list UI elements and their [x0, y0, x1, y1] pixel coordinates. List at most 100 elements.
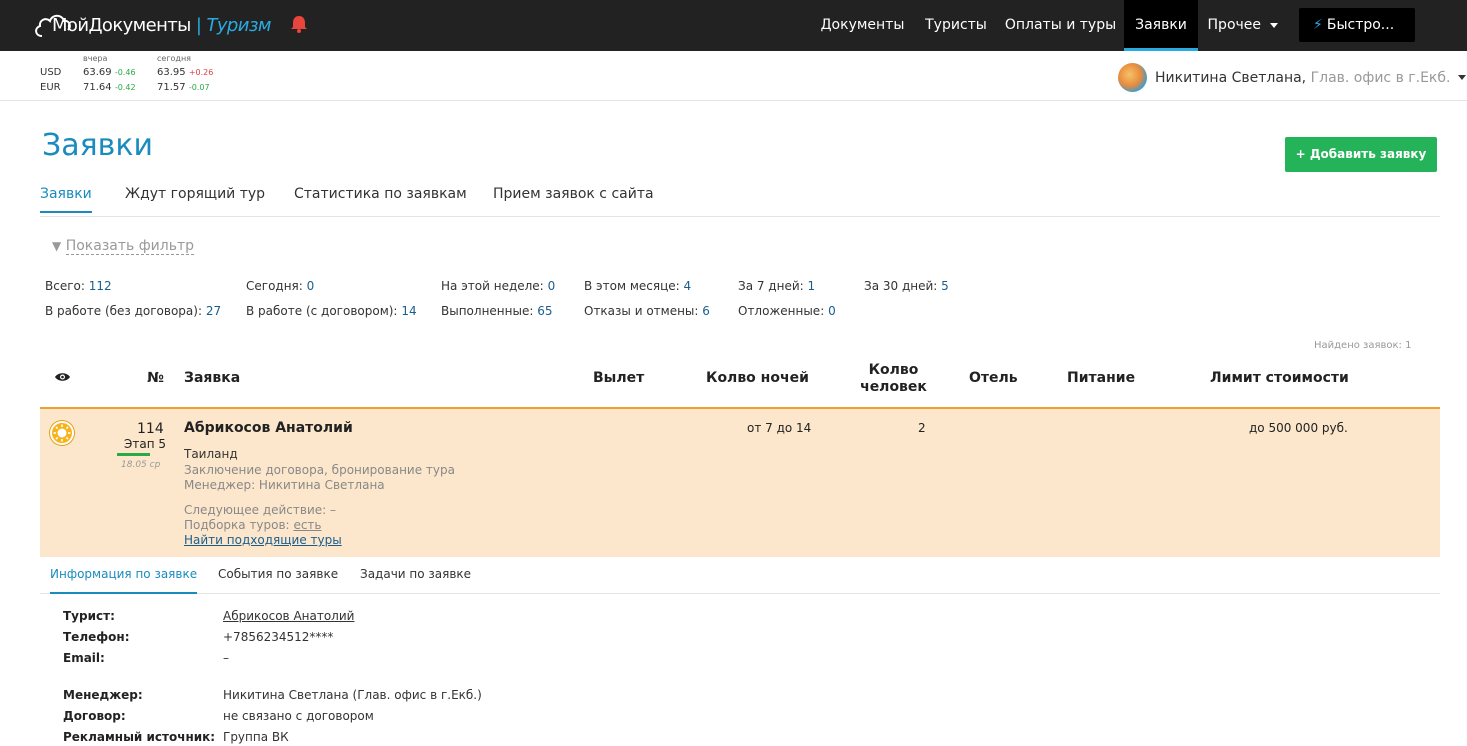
manager-value: Никитина Светлана (Глав. офис в г.Екб.): [223, 688, 482, 702]
stat-postponed: Отложенные: 0: [738, 304, 836, 318]
rate-eur-yesterday: 71.64 -0.42: [83, 82, 136, 93]
stat-week: На этой неделе: 0: [441, 279, 556, 293]
logo-separator: |: [195, 15, 202, 36]
rate-yesterday-label: вчера: [83, 54, 108, 63]
rate-usd-code: USD: [40, 67, 62, 78]
request-client-name[interactable]: Абрикосов Анатолий: [184, 420, 353, 436]
stat-refused-link[interactable]: 6: [702, 304, 710, 318]
request-stage: Этап 5: [124, 437, 167, 451]
tourist-label: Турист:: [63, 609, 115, 623]
col-request: Заявка: [184, 370, 241, 386]
request-manager: Менеджер: Никитина Светлана: [184, 478, 385, 492]
quick-button[interactable]: ⚡ Быстро...: [1299, 8, 1415, 42]
col-nights: Колво ночей: [706, 370, 809, 386]
detail-tabs: Информация по заявке События по заявке З…: [40, 557, 1440, 594]
phone-value: +7856234512****: [223, 630, 334, 644]
contract-label: Договор:: [63, 709, 126, 723]
tab-request-info[interactable]: Информация по заявке: [50, 567, 198, 594]
tourist-link[interactable]: Абрикосов Анатолий: [223, 609, 354, 623]
ad-source-value: Группа ВК: [223, 730, 289, 744]
show-filter[interactable]: ▼ Показать фильтр: [52, 238, 195, 255]
nav-payments-tours[interactable]: Оплаты и туры: [999, 0, 1122, 51]
found-count: Найдено заявок: 1: [1314, 340, 1412, 351]
tab-request-events[interactable]: События по заявке: [218, 567, 338, 581]
request-price-limit: до 500 000 руб.: [1249, 421, 1348, 435]
rate-today-label: сегодня: [157, 54, 191, 63]
col-hotel: Отель: [969, 370, 1018, 386]
nav-documents[interactable]: Документы: [812, 0, 913, 51]
request-country: Таиланд: [184, 447, 238, 461]
stat-today: Сегодня: 0: [246, 279, 315, 293]
logo-main: МойДокументы: [52, 15, 191, 36]
stat-work-contract-link[interactable]: 14: [401, 304, 416, 318]
nav-other-label: Прочее: [1207, 17, 1262, 33]
stat-work-no-contract-link[interactable]: 27: [206, 304, 221, 318]
request-nights: от 7 до 14: [747, 421, 812, 435]
app-logo[interactable]: МойДокументы | Туризм: [34, 9, 294, 41]
request-next-action: Следующее действие: –: [184, 503, 336, 517]
email-value: –: [223, 651, 229, 665]
request-people: 2: [918, 421, 926, 435]
tab-site-requests[interactable]: Прием заявок с сайта: [493, 186, 654, 202]
request-status: Заключение договора, бронирование тура: [184, 463, 455, 477]
page-title: Заявки: [42, 128, 153, 163]
stat-week-link[interactable]: 0: [548, 279, 556, 293]
bell-icon[interactable]: [289, 14, 309, 38]
find-tours-link[interactable]: Найти подходящие туры: [184, 533, 342, 547]
caret-down-icon: [1270, 22, 1279, 28]
tab-statistics[interactable]: Статистика по заявкам: [294, 186, 467, 202]
rate-usd-today: 63.95 +0.26: [157, 67, 214, 78]
user-name: Никитина Светлана,: [1155, 69, 1307, 86]
user-menu[interactable]: Никитина Светлана, Глав. офис в г.Екб.: [1118, 63, 1467, 92]
col-price-limit: Лимит стоимости: [1210, 370, 1349, 386]
stat-month-link[interactable]: 4: [684, 279, 692, 293]
rate-eur-code: EUR: [40, 82, 61, 93]
eye-icon[interactable]: [54, 371, 71, 387]
col-people: Колво человек: [860, 362, 927, 395]
stat-7-days: За 7 дней: 1: [738, 279, 816, 293]
ad-source-label: Рекламный источник:: [63, 730, 216, 744]
stat-total: Всего: 112: [45, 279, 112, 293]
user-office: Глав. офис в г.Екб.: [1310, 69, 1451, 86]
contract-value: не связано с договором: [223, 709, 374, 723]
nav-tourists[interactable]: Туристы: [915, 0, 997, 51]
stat-total-link[interactable]: 112: [89, 279, 112, 293]
tab-requests[interactable]: Заявки: [40, 186, 92, 213]
add-request-button[interactable]: + Добавить заявку: [1285, 137, 1437, 172]
logo-subtitle: Туризм: [206, 15, 271, 36]
stat-done: Выполненные: 65: [441, 304, 553, 318]
col-number: №: [147, 370, 164, 386]
col-meal: Питание: [1067, 370, 1136, 386]
request-tour-selection: Подборка туров: есть: [184, 518, 322, 532]
quick-button-label: Быстро...: [1326, 17, 1395, 33]
tour-selection-link[interactable]: есть: [293, 518, 321, 532]
stage-progress-bar: [117, 453, 150, 456]
email-label: Email:: [63, 651, 105, 665]
stat-postponed-link[interactable]: 0: [828, 304, 836, 318]
lightning-icon: ⚡: [1313, 17, 1323, 33]
request-number: 114: [137, 421, 164, 437]
stat-30-days: За 30 дней: 5: [864, 279, 949, 293]
stat-7-days-link[interactable]: 1: [808, 279, 816, 293]
stat-refused: Отказы и отмены: 6: [584, 304, 710, 318]
tab-request-tasks[interactable]: Задачи по заявке: [360, 567, 471, 581]
top-navbar: МойДокументы | Туризм Документы Туристы …: [0, 0, 1467, 51]
manager-label: Менеджер:: [63, 688, 143, 702]
stat-today-link[interactable]: 0: [307, 279, 315, 293]
stat-done-link[interactable]: 65: [537, 304, 552, 318]
stat-30-days-link[interactable]: 5: [941, 279, 949, 293]
filter-icon: ▼: [52, 239, 62, 253]
nav-requests[interactable]: Заявки: [1124, 0, 1198, 51]
request-date: 18.05 ср: [121, 460, 161, 470]
stat-month: В этом месяце: 4: [584, 279, 692, 293]
sun-status-icon: [50, 421, 74, 445]
caret-down-icon: [1458, 75, 1467, 80]
stat-work-no-contract: В работе (без договора): 27: [45, 304, 222, 318]
page-tabs: Заявки Ждут горящий тур Статистика по за…: [40, 180, 1440, 217]
stat-work-contract: В работе (с договором): 14: [246, 304, 417, 318]
col-departure: Вылет: [593, 370, 645, 386]
logo-text: МойДокументы | Туризм: [52, 15, 271, 36]
tab-hot-tour[interactable]: Ждут горящий тур: [125, 186, 265, 202]
show-filter-label: Показать фильтр: [65, 238, 195, 255]
nav-other[interactable]: Прочее: [1200, 0, 1286, 51]
